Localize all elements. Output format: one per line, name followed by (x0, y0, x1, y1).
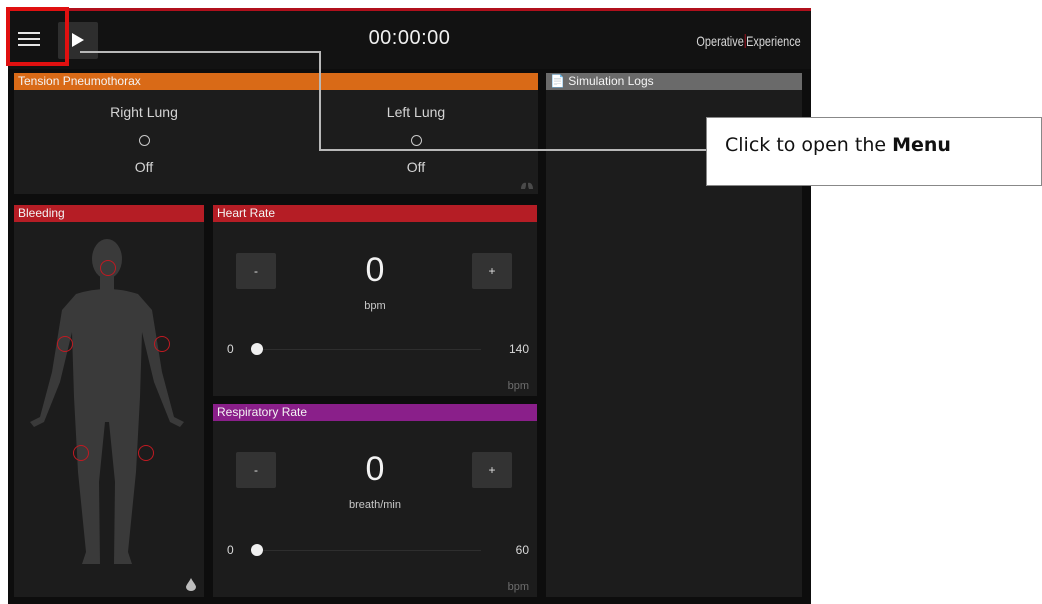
respiratory-rate-panel: Respiratory Rate - 0 + breath/min 0 60 b… (213, 404, 537, 597)
bleed-point-left-leg[interactable] (138, 445, 154, 461)
bleed-point-left-arm[interactable] (154, 336, 170, 352)
heart-rate-increase-button[interactable]: + (472, 253, 512, 289)
top-bar: 00:00:00 Operative Experience (8, 11, 811, 69)
corner-unit-label: bpm (507, 581, 529, 593)
menu-highlight-box (6, 7, 69, 66)
left-lung-state: Off (406, 159, 426, 175)
timer: 00:00:00 (368, 27, 451, 49)
brand-text-1: Operative (696, 33, 745, 49)
blood-drop-icon (186, 578, 196, 591)
slider-max-label: 60 (515, 543, 529, 557)
right-lung-label: Right Lung (110, 104, 178, 120)
callout-box: Click to open the Menu (706, 117, 1042, 186)
panel-title: Tension Pneumothorax (14, 73, 538, 90)
callout-text: Click to open the (725, 134, 893, 156)
brand-text-2: Experience (746, 33, 801, 49)
panel-title: Heart Rate (213, 205, 537, 222)
resp-rate-decrease-button[interactable]: - (236, 452, 276, 488)
bleed-point-right-leg[interactable] (73, 445, 89, 461)
heart-rate-panel: Heart Rate - 0 + bpm 0 140 bpm (213, 205, 537, 396)
tension-pneumothorax-panel: Tension Pneumothorax Right Lung Off Left… (14, 73, 538, 194)
brand-logo: Operative Experience (697, 33, 801, 49)
bleed-point-right-arm[interactable] (57, 336, 73, 352)
heart-rate-decrease-button[interactable]: - (236, 253, 276, 289)
right-lung-state: Off (134, 159, 154, 175)
panel-title: Bleeding (14, 205, 204, 222)
resp-rate-increase-button[interactable]: + (472, 452, 512, 488)
resp-rate-unit: breath/min (349, 499, 401, 511)
slider-min-label: 0 (227, 543, 234, 557)
callout-bold-text: Menu (892, 134, 951, 156)
resp-rate-value: 0 (365, 450, 385, 488)
heart-rate-unit: bpm (364, 300, 386, 312)
heart-rate-value: 0 (365, 251, 385, 289)
panel-title: 📄 Simulation Logs (546, 73, 802, 90)
left-lung-label: Left Lung (386, 104, 446, 120)
bleeding-panel: Bleeding (14, 205, 204, 597)
corner-unit-label: bpm (507, 380, 529, 392)
right-lung-radio[interactable] (139, 135, 150, 146)
slider-max-label: 140 (508, 342, 529, 356)
resp-rate-slider-thumb[interactable] (251, 544, 263, 556)
heart-rate-slider-thumb[interactable] (251, 343, 263, 355)
bleed-point-head[interactable] (100, 260, 116, 276)
lungs-icon (521, 179, 533, 189)
slider-min-label: 0 (227, 342, 234, 356)
body-silhouette (30, 239, 184, 564)
left-lung-radio[interactable] (411, 135, 422, 146)
resp-rate-slider-track[interactable] (253, 550, 481, 551)
heart-rate-slider-track[interactable] (253, 349, 481, 350)
panel-title: Respiratory Rate (213, 404, 537, 421)
app-window: 00:00:00 Operative Experience Tension Pne… (8, 8, 811, 604)
